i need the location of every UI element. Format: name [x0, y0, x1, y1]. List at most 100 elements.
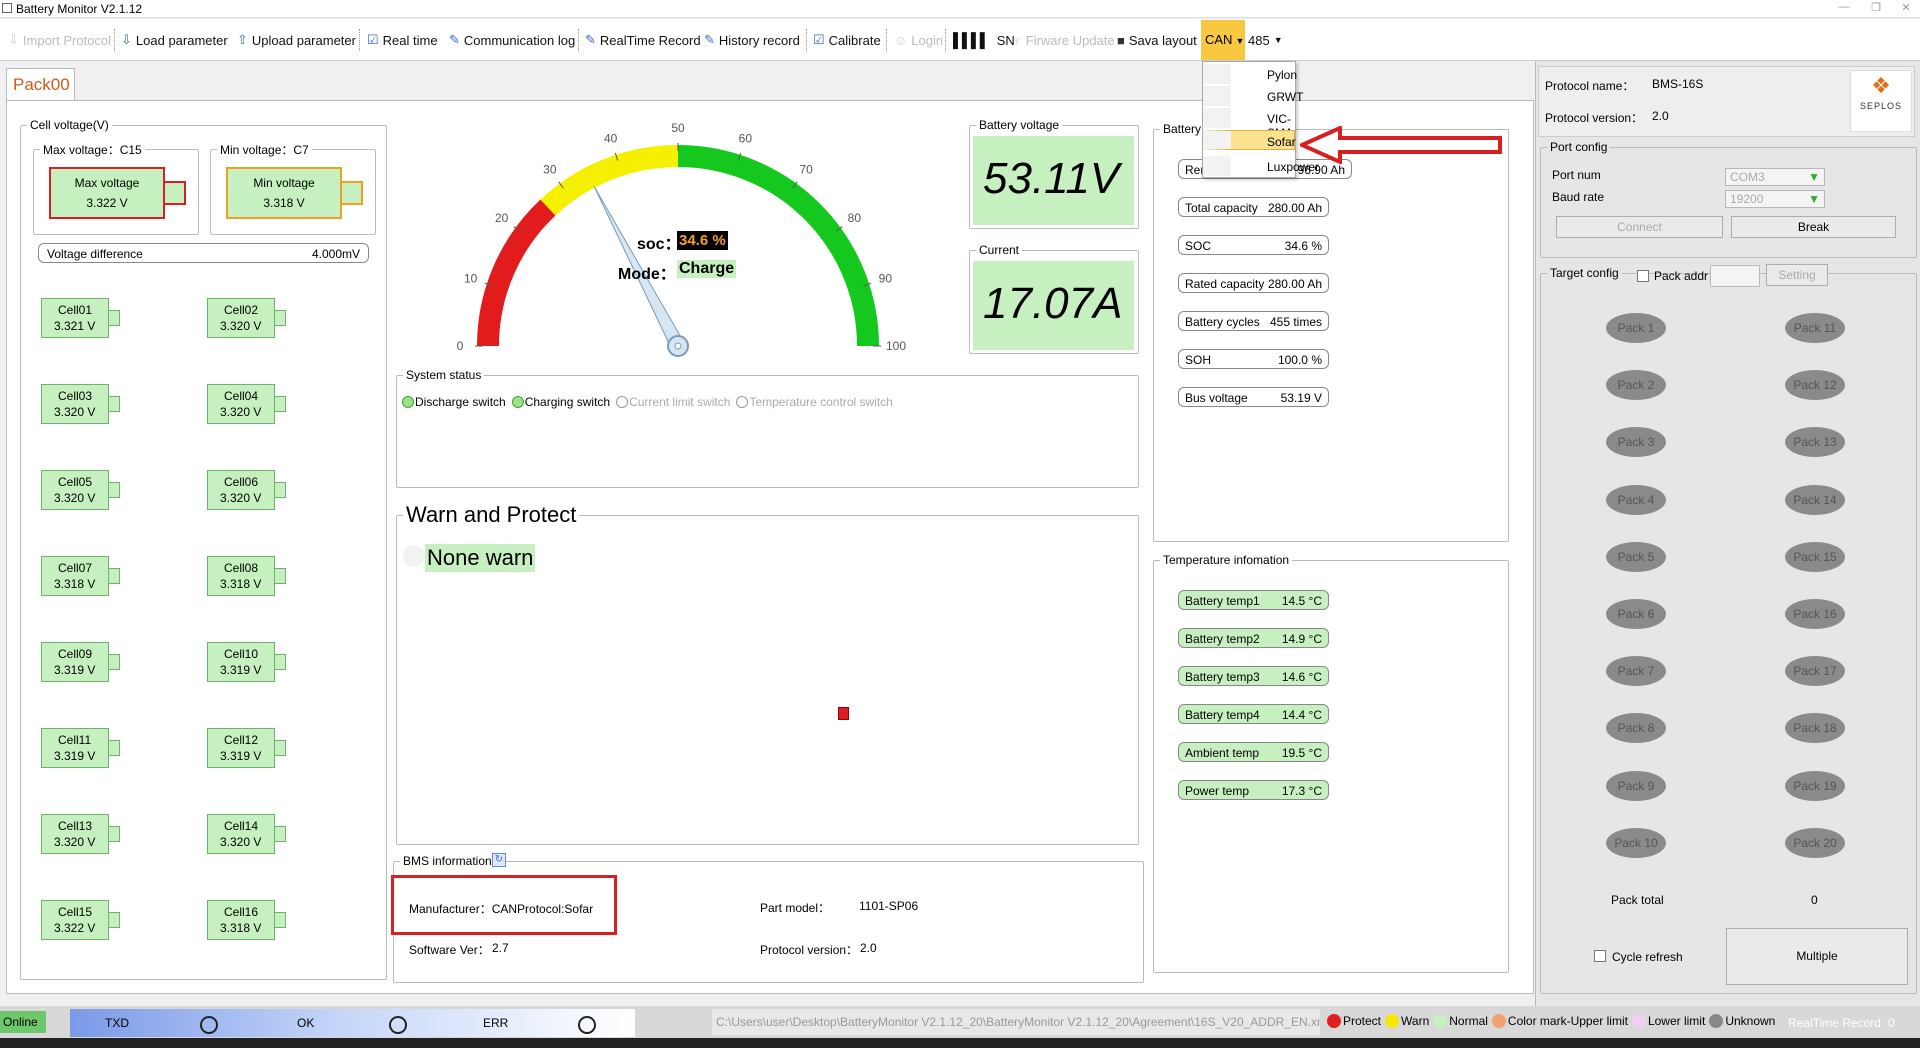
min-voltage-battery: Min voltage 3.318 V — [226, 167, 342, 219]
separator — [578, 29, 579, 51]
pack-button[interactable]: Pack 6 — [1606, 599, 1666, 629]
menu-item-vic-sma[interactable]: VIC-SMA — [1203, 108, 1295, 140]
firmware-update-button[interactable]: ♆ Firware Update — [1012, 31, 1115, 49]
firmware-icon: ♆ — [1012, 32, 1022, 48]
cell-name: Cell02 — [224, 303, 259, 317]
cell-tip — [109, 654, 120, 670]
cycle-refresh-checkbox[interactable] — [1594, 950, 1606, 962]
gauge-tick-label: 90 — [879, 272, 893, 286]
sn-button[interactable]: ▌▌▌▌ SN — [953, 31, 1015, 49]
baud-rate-select[interactable]: 19200 ▼ — [1725, 190, 1825, 208]
cell-body: Cell05 3.320 V — [41, 470, 109, 510]
pack-button[interactable]: Pack 12 — [1785, 370, 1845, 401]
cell-name: Cell11 — [58, 733, 92, 747]
manufacturer-value: Manufacturer：CANProtocol:Sofar — [409, 902, 594, 916]
pack-button[interactable]: Pack 11 — [1785, 313, 1845, 343]
protocol-name-label: Protocol name： — [1545, 79, 1635, 93]
battery-voltage-value: 53.11V — [983, 154, 1120, 203]
pack-addr-checkbox[interactable] — [1637, 270, 1649, 282]
legend-item: Protect — [1327, 1014, 1381, 1028]
software-ver-label: Software Ver： — [409, 943, 490, 957]
pack-button[interactable]: Pack 7 — [1606, 656, 1666, 687]
pack-button[interactable]: Pack 17 — [1785, 656, 1845, 687]
real-time-button[interactable]: ☑ Real time — [367, 31, 438, 49]
tab-pack00[interactable]: Pack00 — [6, 68, 75, 100]
pack-button[interactable]: Pack 5 — [1606, 541, 1666, 572]
menu-item-grwt[interactable]: GRWT — [1203, 86, 1303, 106]
pack-button[interactable]: Pack 4 — [1606, 484, 1666, 515]
online-status: Online — [0, 1011, 46, 1033]
import-protocol-label: Import Protocol — [22, 32, 112, 48]
cell-name: Cell15 — [58, 905, 93, 919]
cell-name: Cell07 — [58, 561, 93, 575]
txd-led-icon — [200, 1016, 218, 1034]
legend-color-icon — [1491, 1014, 1506, 1028]
pack-button[interactable]: Pack 1 — [1606, 313, 1666, 343]
battery-info-value: 100.0 % — [1277, 353, 1322, 367]
battery-info-value: 280.00 Ah — [1267, 277, 1322, 291]
pack-button[interactable]: Pack 9 — [1606, 770, 1666, 801]
port-num-value: COM3 — [1730, 170, 1765, 184]
pack-button[interactable]: Pack 16 — [1785, 599, 1845, 629]
load-parameter-button[interactable]: ⇩ Load parameter — [121, 31, 228, 49]
multiple-button[interactable]: Multiple — [1726, 928, 1908, 985]
setting-button[interactable]: Setting — [1766, 264, 1828, 286]
status-off-icon — [736, 396, 749, 408]
import-protocol-button[interactable]: ⇩ Import Protocol — [8, 31, 111, 49]
login-button[interactable]: ☺ Login — [894, 31, 943, 49]
ok-led-icon — [389, 1016, 407, 1034]
485-dropdown[interactable]: 485 ▼ — [1248, 31, 1283, 49]
min-battery-tip — [342, 181, 363, 205]
cell-tip — [109, 740, 120, 756]
current-legend: Current — [979, 243, 1020, 257]
window-title: Battery Monitor V2.1.12 — [16, 2, 143, 16]
pack-addr-input[interactable] — [1710, 265, 1760, 287]
temperature-value: 14.4 °C — [1281, 708, 1322, 722]
cell-tip — [109, 310, 120, 326]
cell-battery: Cell02 3.320 V — [207, 298, 287, 338]
protocol-version-value: 2.0 — [860, 941, 877, 955]
cell-name: Cell16 — [224, 905, 259, 919]
minimize-button[interactable]: — — [1834, 1, 1854, 15]
connect-button[interactable]: Connect — [1556, 216, 1723, 238]
save-layout-button[interactable]: ■ Sava layout — [1117, 31, 1197, 49]
history-record-label: History record — [718, 32, 800, 48]
pack-button[interactable]: Pack 20 — [1785, 827, 1845, 858]
pack-button[interactable]: Pack 14 — [1785, 484, 1845, 515]
upload-parameter-button[interactable]: ⇧ Upload parameter — [237, 31, 356, 49]
voltage-difference-label: Voltage difference — [47, 247, 143, 261]
pack-button[interactable]: Pack 2 — [1606, 370, 1666, 401]
temperature-group: Temperature infomation — [1153, 553, 1509, 973]
menu-item-sofar[interactable]: Sofar — [1203, 130, 1296, 150]
pack-button[interactable]: Pack 10 — [1606, 827, 1666, 858]
menu-item-pylon[interactable]: Pylon — [1203, 64, 1297, 84]
pack-button[interactable]: Pack 19 — [1785, 770, 1845, 801]
baud-rate-value: 19200 — [1730, 192, 1764, 206]
save-icon: ■ — [1117, 32, 1125, 48]
status-item-label: Discharge switch — [415, 395, 506, 409]
break-button[interactable]: Break — [1731, 216, 1896, 238]
upload-icon: ⇧ — [237, 32, 248, 47]
port-num-select[interactable]: COM3 ▼ — [1725, 168, 1825, 186]
history-record-button[interactable]: ✎ History record — [704, 31, 800, 49]
legend-item: Lower limit — [1631, 1014, 1705, 1028]
min-voltage-legend: Min voltage：C7 — [220, 143, 309, 157]
target-config-group: Target config — [1540, 266, 1917, 994]
maximize-button[interactable]: ❐ — [1866, 1, 1886, 15]
temperature-item: Battery temp4 14.4 °C — [1178, 704, 1329, 724]
calibrate-button[interactable]: ☑ Calibrate — [813, 31, 881, 49]
can-dropdown[interactable]: CAN ▼ — [1201, 20, 1245, 60]
communication-log-button[interactable]: ✎ Communication log — [449, 31, 575, 49]
refresh-icon[interactable]: ↻ — [492, 853, 506, 867]
battery-voltage-legend: Battery voltage — [979, 118, 1060, 132]
menu-item-luxpower[interactable]: Luxpower — [1203, 156, 1319, 176]
close-button[interactable]: ✕ — [1896, 1, 1916, 15]
cell-name: Cell06 — [224, 475, 259, 489]
realtime-record-button[interactable]: ✎ RealTime Record — [585, 31, 701, 49]
cell-body: Cell08 3.318 V — [207, 556, 275, 596]
temperature-item: Battery temp3 14.6 °C — [1178, 666, 1329, 686]
gauge-tick-label: 0 — [457, 339, 464, 353]
485-label: 485 — [1248, 32, 1270, 48]
pack-button[interactable]: Pack 15 — [1785, 541, 1845, 572]
cell-battery: Cell05 3.320 V — [41, 470, 121, 510]
